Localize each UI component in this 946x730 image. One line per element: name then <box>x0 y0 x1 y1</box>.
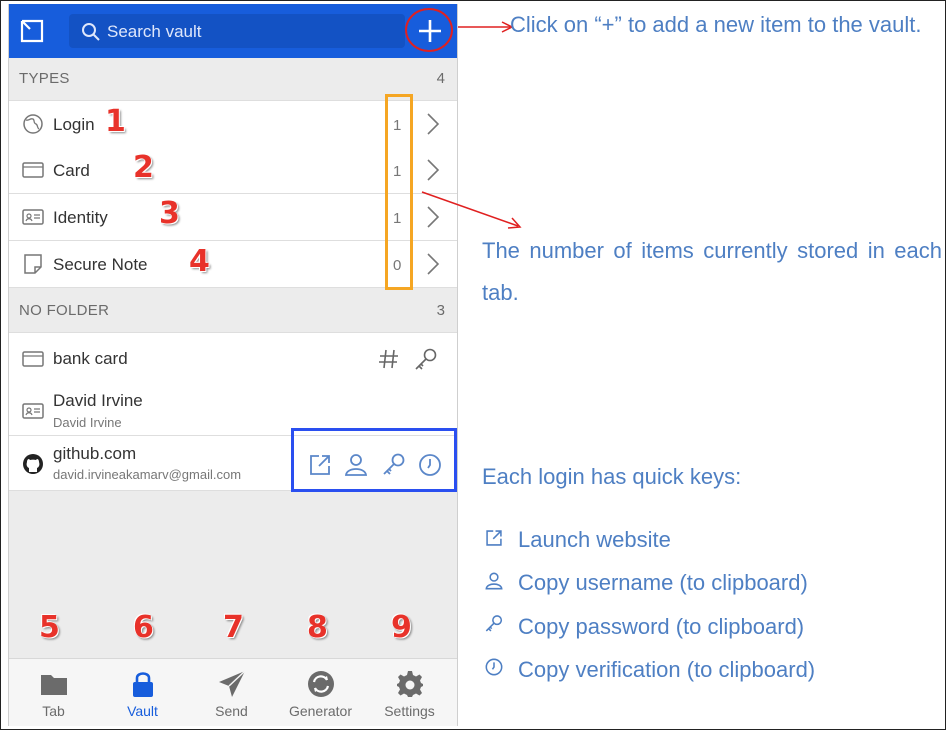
launch-icon <box>486 530 502 546</box>
key-icon <box>485 615 503 632</box>
card-icon <box>22 351 44 367</box>
globe-icon <box>23 114 43 134</box>
search-input[interactable] <box>105 18 399 46</box>
tab-send[interactable]: Send <box>187 659 276 726</box>
marker-5: 5 <box>39 610 60 645</box>
vault-item-subtitle: david.irvineakamarv@gmail.com <box>53 467 242 482</box>
chevron-right-icon <box>427 253 440 275</box>
legend-copy-password: Copy password (to clipboard) <box>518 614 805 639</box>
tab-generator[interactable]: Generator <box>276 659 365 726</box>
key-icon[interactable] <box>413 347 439 373</box>
search-icon <box>82 23 100 41</box>
tab-label: Generator <box>288 703 353 719</box>
legend-launch-website: Launch website <box>518 527 671 552</box>
tab-label: Tab <box>42 703 65 719</box>
annotation-add: Click on “+” to add a new item to the va… <box>510 12 922 37</box>
count-arrow <box>421 191 522 229</box>
vault-item-label: github.com <box>53 444 137 463</box>
key-icon[interactable] <box>381 452 407 478</box>
marker-8: 8 <box>307 610 328 645</box>
types-title: TYPES <box>19 70 70 87</box>
tab-vault[interactable]: Vault <box>98 659 187 726</box>
vault-item-subtitle: David Irvine <box>53 415 122 430</box>
type-label: Login <box>53 115 95 134</box>
id-card-icon <box>22 403 44 419</box>
vault-item-label: bank card <box>53 349 128 368</box>
marker-6: 6 <box>133 610 154 645</box>
launch-icon[interactable] <box>307 452 333 478</box>
tab-settings[interactable]: Settings <box>365 659 454 726</box>
marker-3: 3 <box>159 196 180 231</box>
chevron-right-icon <box>427 159 440 181</box>
vault-popup: TYPES 4 Login 1 Card 1 Identity 1 <box>8 4 458 726</box>
type-label: Secure Note <box>53 255 148 274</box>
legend-copy-verification: Copy verification (to clipboard) <box>518 657 816 682</box>
generator-icon <box>308 671 334 697</box>
search-box <box>69 14 405 48</box>
types-count: 4 <box>436 70 445 87</box>
vault-item-label: David Irvine <box>53 391 143 410</box>
add-arrow <box>458 21 514 33</box>
folder-icon <box>41 675 67 695</box>
no-folder-title: NO FOLDER <box>19 302 110 319</box>
chevron-right-icon <box>427 113 440 135</box>
tab-tab[interactable]: Tab <box>9 659 98 726</box>
marker-4: 4 <box>189 244 210 279</box>
lock-icon <box>133 672 153 697</box>
marker-9: 9 <box>391 610 412 645</box>
tab-label: Vault <box>127 703 158 719</box>
annotation-quick-keys-title: Each login has quick keys: <box>482 464 742 489</box>
annotation-count: The number of items currently stored in … <box>482 238 942 305</box>
github-icon <box>23 454 43 474</box>
card-icon <box>22 162 44 178</box>
marker-1: 1 <box>105 104 126 139</box>
user-icon <box>485 572 503 590</box>
legend-copy-username: Copy username (to clipboard) <box>518 570 808 595</box>
marker-7: 7 <box>223 610 244 645</box>
id-card-icon <box>22 209 44 225</box>
no-folder-count: 3 <box>436 302 445 319</box>
popout-icon[interactable] <box>19 18 45 44</box>
gear-icon <box>397 671 423 697</box>
count-highlight-box <box>385 94 413 290</box>
bottom-nav: Tab Vault Send Generator Settings <box>9 658 457 726</box>
note-icon <box>24 254 42 274</box>
vault-item-bank-card[interactable]: bank card <box>9 332 457 386</box>
send-icon <box>219 670 246 697</box>
clock-icon <box>485 658 503 676</box>
add-button-highlight <box>405 8 453 52</box>
user-icon[interactable] <box>343 452 369 478</box>
tab-label: Send <box>215 703 248 719</box>
type-label: Card <box>53 161 90 180</box>
top-bar <box>9 4 457 58</box>
types-header: TYPES 4 <box>9 58 457 98</box>
copy-number-icon[interactable] <box>377 347 401 371</box>
tab-label: Settings <box>384 703 435 719</box>
type-label: Identity <box>53 208 108 227</box>
clock-icon[interactable] <box>417 452 443 478</box>
marker-2: 2 <box>133 150 154 185</box>
no-folder-header: NO FOLDER 3 <box>9 290 457 330</box>
